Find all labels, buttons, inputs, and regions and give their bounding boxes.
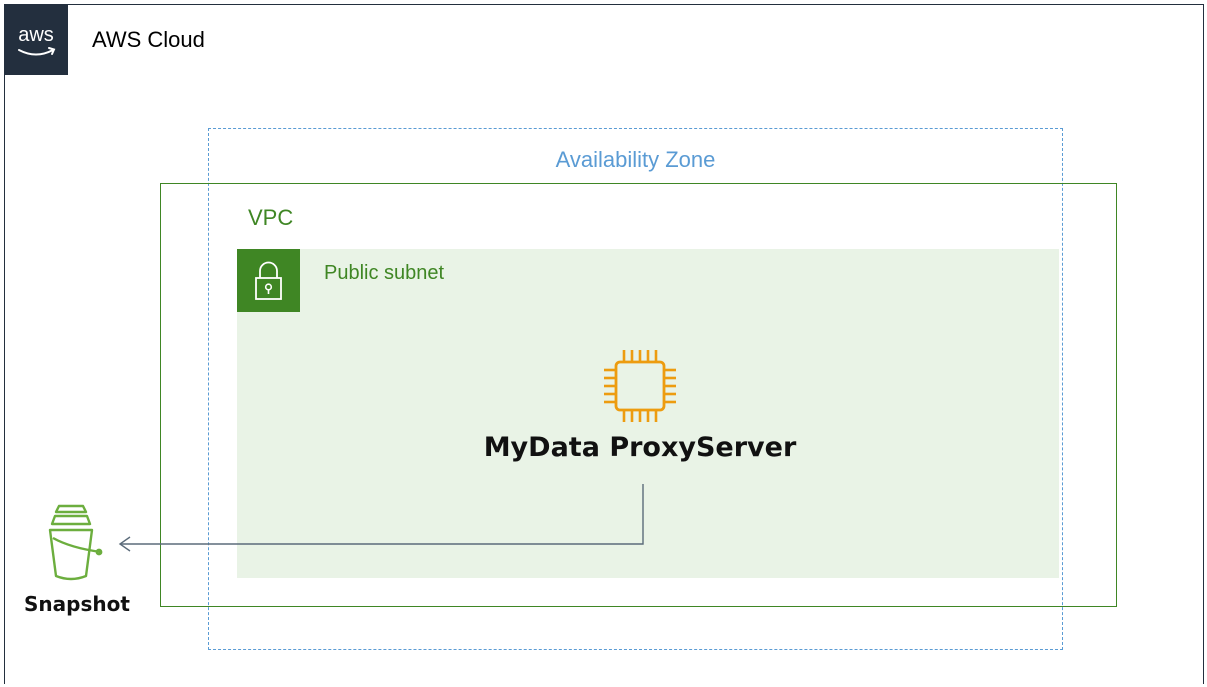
lock-icon <box>237 249 300 312</box>
availability-zone-label: Availability Zone <box>555 147 716 172</box>
public-subnet-label: Public subnet <box>324 262 445 284</box>
aws-cloud-label: AWS Cloud <box>92 27 205 52</box>
aws-logo-icon: aws <box>5 5 68 75</box>
s3-bucket-icon <box>31 500 111 590</box>
proxy-server-label: MyData ProxyServer <box>483 432 797 463</box>
vpc-label: VPC <box>248 205 294 230</box>
snapshot-label: Snapshot <box>24 592 130 616</box>
aws-logo-text: aws <box>18 24 54 46</box>
ec2-instance-icon <box>598 344 682 428</box>
